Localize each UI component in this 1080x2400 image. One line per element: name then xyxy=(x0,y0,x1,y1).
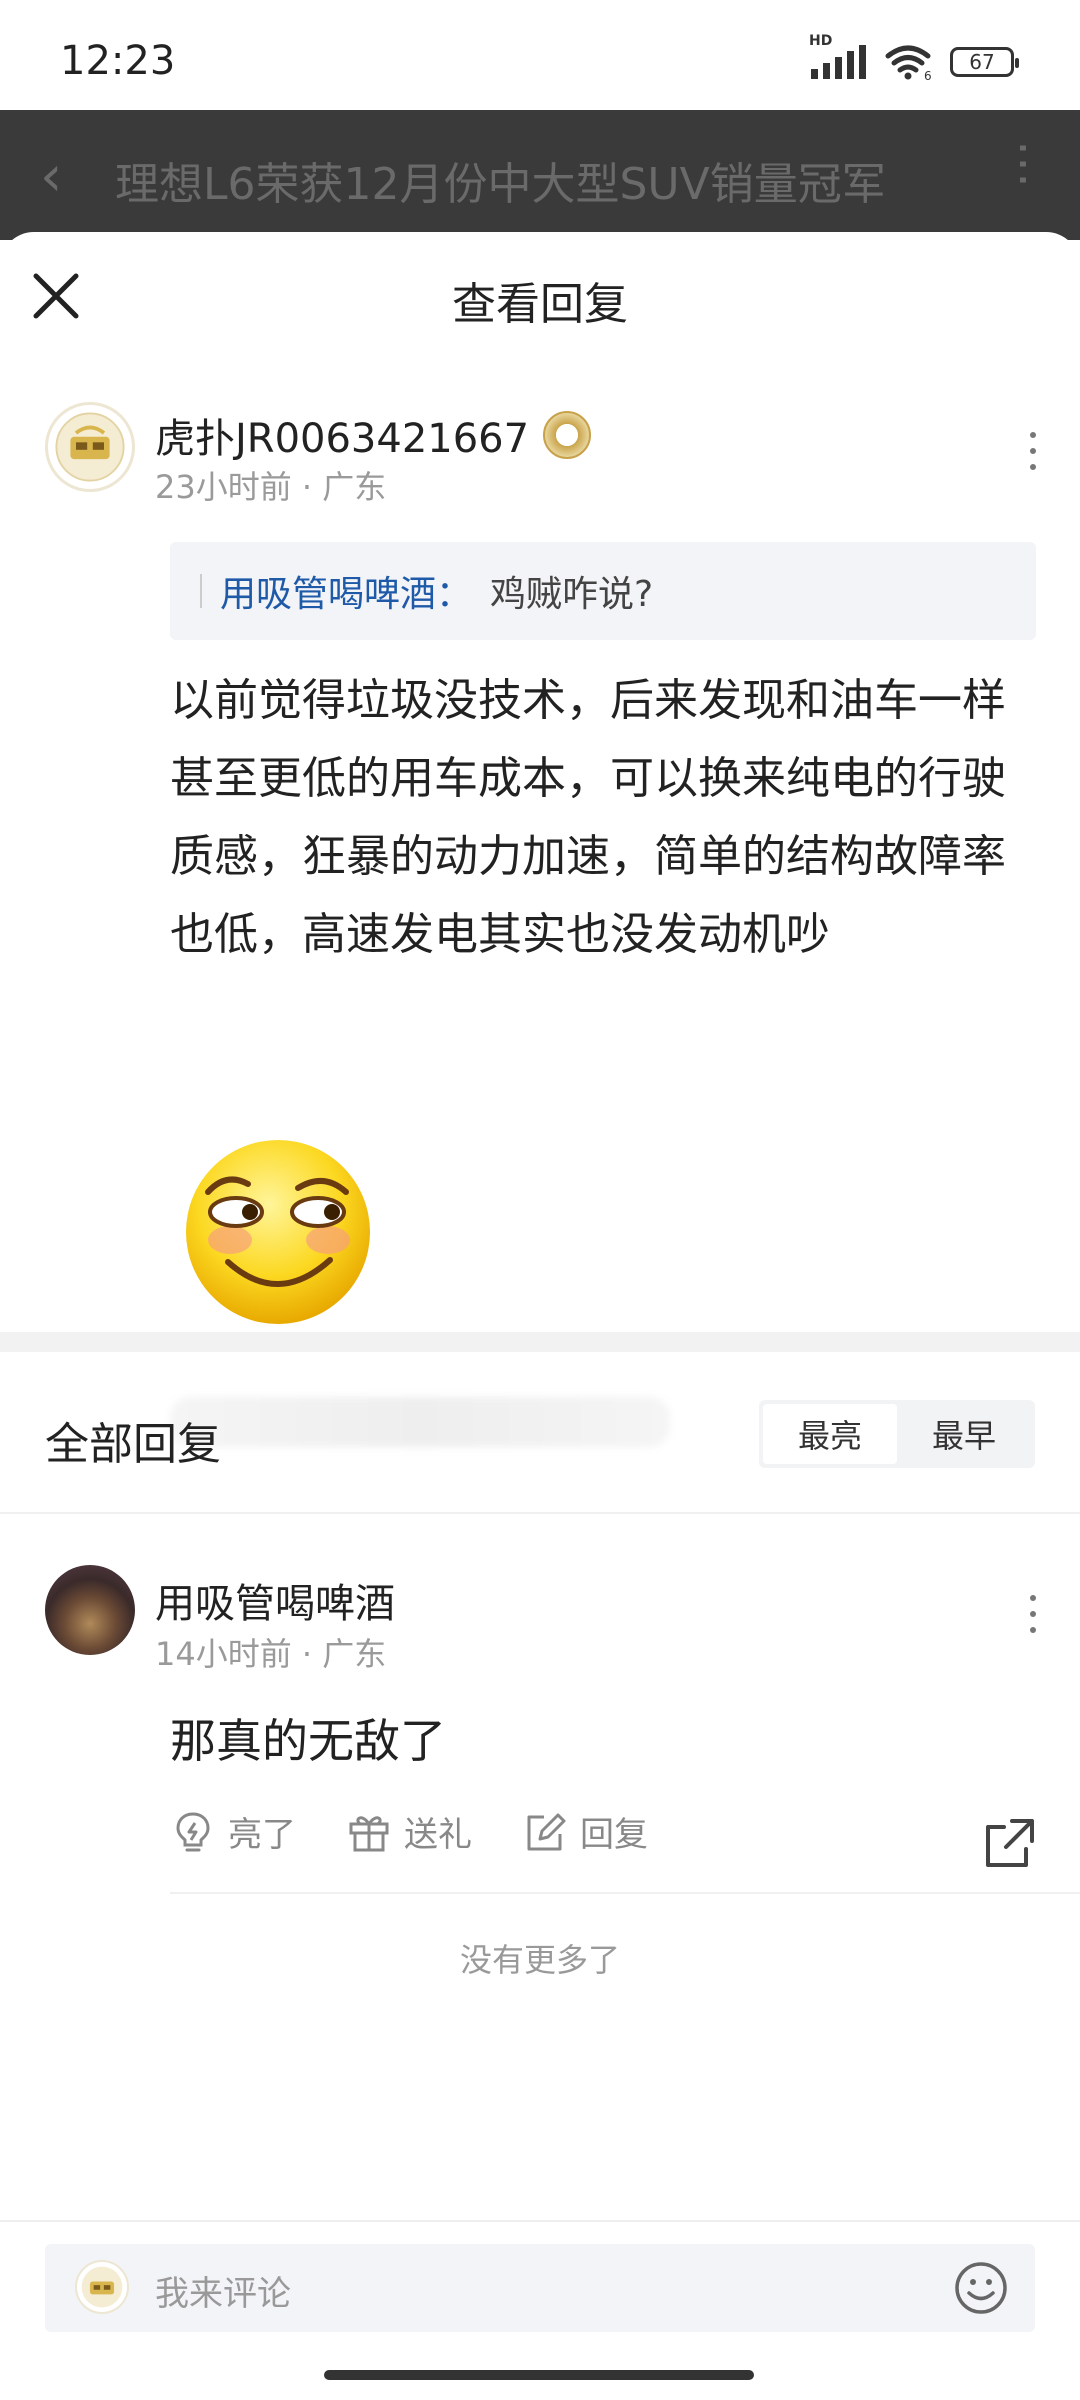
status-time: 12:23 xyxy=(60,38,176,84)
wifi-badge: 6 xyxy=(924,69,932,80)
gift-button[interactable]: 送礼 xyxy=(346,1807,472,1856)
back-arrow-icon: ‹ xyxy=(40,144,63,209)
quote-divider xyxy=(200,574,202,608)
user-badge-icon[interactable] xyxy=(543,411,592,459)
emoji-icon[interactable] xyxy=(953,2260,1009,2316)
sheet-title: 查看回复 xyxy=(452,279,628,330)
avatar xyxy=(75,2260,129,2314)
home-indicator[interactable] xyxy=(324,2370,754,2380)
more-icon: ⋯ xyxy=(996,140,1052,188)
lightbulb-icon xyxy=(176,1811,210,1851)
quote-text: 鸡贼咋说? xyxy=(490,574,654,615)
reply-more-icon[interactable] xyxy=(1030,1595,1040,1633)
avatar[interactable] xyxy=(45,402,135,492)
status-icons: HD 6 67 xyxy=(809,33,1019,80)
avatar[interactable] xyxy=(45,1565,135,1655)
reply-text: 那真的无敌了 xyxy=(170,1714,446,1768)
network-type-label: HD xyxy=(809,33,833,49)
sheet-header: 查看回复 xyxy=(0,232,1080,358)
share-icon[interactable] xyxy=(982,1815,1038,1871)
reply-location: 广东 xyxy=(322,1635,387,1673)
reply-button[interactable]: 回复 xyxy=(522,1807,648,1856)
post-time: 23小时前 xyxy=(155,468,292,506)
reply-sheet: 查看回复 虎扑JR0063421667 23小时前 · 广东 用吸管喝啤酒： 鸡… xyxy=(0,232,1080,2400)
wifi-icon: 6 xyxy=(885,45,932,80)
post-location: 广东 xyxy=(322,468,387,506)
comment-input[interactable]: 我来评论 xyxy=(45,2244,1035,2332)
background-page-header: ‹ 理想L6荣获12月份中大型SUV销量冠军 ⋯ xyxy=(0,110,1080,240)
divider xyxy=(0,2220,1080,2222)
battery-level: 67 xyxy=(969,50,995,74)
light-label: 亮了 xyxy=(228,1815,296,1855)
quoted-comment[interactable]: 用吸管喝啤酒： 鸡贼咋说? xyxy=(170,542,1036,640)
edit-icon xyxy=(527,1813,566,1850)
all-replies-title: 全部回复 xyxy=(45,1419,221,1470)
gift-label: 送礼 xyxy=(404,1815,472,1855)
quote-author[interactable]: 用吸管喝啤酒： xyxy=(220,565,472,617)
background-page-title: 理想L6荣获12月份中大型SUV销量冠军 xyxy=(115,159,886,210)
post-author-name: 虎扑JR0063421667 xyxy=(155,416,530,462)
gift-icon xyxy=(349,1815,389,1851)
sort-earliest[interactable]: 最早 xyxy=(897,1404,1031,1464)
sort-toggle: 最亮 最早 xyxy=(759,1400,1035,1468)
avatar-logo-icon xyxy=(55,412,125,482)
comment-placeholder: 我来评论 xyxy=(155,2274,291,2314)
no-more-text: 没有更多了 xyxy=(459,1941,620,1979)
all-replies-header: 全部回复 最亮 最早 xyxy=(0,1400,1080,1490)
reply-meta: 14小时前 · 广东 xyxy=(155,1635,387,1673)
divider xyxy=(170,1892,1080,1894)
reply-item: 用吸管喝啤酒 14小时前 · 广东 那真的无敌了 亮了 送礼 回复 xyxy=(0,1565,1080,1867)
post-content: 以前觉得垃圾没技术，后来发现和油车一样甚至更低的用车成本，可以换来纯电的行驶质感… xyxy=(170,675,1006,960)
section-gap xyxy=(0,1332,1080,1352)
smirk-emoji-icon xyxy=(186,1140,370,1324)
post-more-icon[interactable] xyxy=(1030,432,1040,470)
reply-label: 回复 xyxy=(580,1815,648,1855)
reply-actions: 亮了 送礼 回复 xyxy=(170,1807,648,1856)
battery-icon: 67 xyxy=(950,47,1019,77)
cellular-signal-icon: HD xyxy=(809,33,866,79)
original-post: 虎扑JR0063421667 23小时前 · 广东 用吸管喝啤酒： 鸡贼咋说? … xyxy=(0,402,1080,1454)
light-button[interactable]: 亮了 xyxy=(170,1807,296,1856)
status-bar: 12:23 HD 6 67 xyxy=(0,0,1080,110)
avatar-logo-icon xyxy=(81,2266,123,2308)
post-meta: 23小时前 · 广东 xyxy=(155,468,387,506)
reply-author[interactable]: 用吸管喝啤酒 xyxy=(155,1571,395,1629)
post-author[interactable]: 虎扑JR0063421667 xyxy=(155,406,592,464)
sort-brightest[interactable]: 最亮 xyxy=(763,1404,897,1464)
divider xyxy=(0,1512,1080,1514)
reply-time: 14小时前 xyxy=(155,1635,292,1673)
